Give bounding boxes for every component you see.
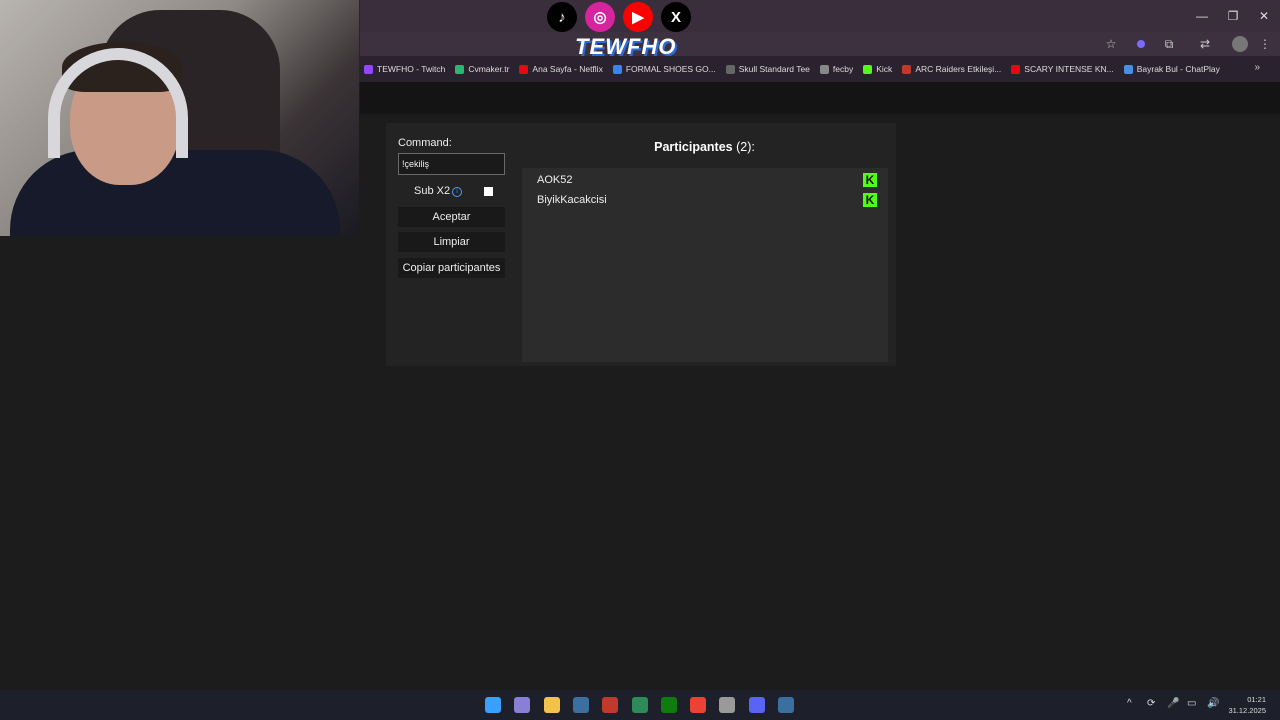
app-2-icon[interactable]: [514, 697, 531, 713]
bookmark-item[interactable]: Bayrak Bul - ChatPlay: [1123, 64, 1220, 74]
streamer-body: [10, 150, 340, 236]
command-input[interactable]: !çekiliş: [398, 153, 505, 175]
restore-button[interactable]: ❐: [1219, 6, 1247, 26]
participants-title: Participantes (2):: [522, 140, 887, 154]
bookmark-item[interactable]: fecby: [819, 64, 854, 74]
bookmark-favicon-icon: [819, 64, 829, 74]
tray-icon[interactable]: ^: [1127, 698, 1132, 709]
minimize-button[interactable]: —: [1188, 6, 1216, 26]
copy-participants-button[interactable]: Copiar participantes: [398, 258, 505, 278]
bookmark-label: Kick: [876, 64, 893, 74]
bookmark-favicon-icon: [1011, 64, 1021, 74]
bookmarks-bar: TEWFHO - Twitch Cvmaker.tr Ana Sayfa - Net…: [360, 58, 1280, 80]
bookmark-favicon-icon: [612, 64, 622, 74]
title-bar: [360, 0, 1280, 32]
kick-icon: K: [863, 173, 877, 187]
bookmark-favicon-icon: [863, 64, 873, 74]
webcam-overlay: [0, 0, 359, 236]
kick-icon: K: [863, 193, 877, 207]
bookmark-favicon-icon: [455, 64, 465, 74]
x-icon: X: [661, 2, 691, 32]
bookmark-item[interactable]: ARC Raiders Etkileşi...: [902, 64, 1001, 74]
xbox-icon[interactable]: [660, 697, 677, 713]
sub-x2-label: Sub X2: [414, 185, 451, 197]
bookmark-item[interactable]: SCARY INTENSE KN...: [1011, 64, 1114, 74]
menu-icon[interactable]: ⋮: [1257, 36, 1273, 52]
bookmark-item[interactable]: Skull Standard Tee: [725, 64, 810, 74]
accept-button[interactable]: Aceptar: [398, 207, 505, 227]
bookmark-label: Bayrak Bul - ChatPlay: [1136, 64, 1220, 74]
bookmark-label: Skull Standard Tee: [738, 64, 810, 74]
star-icon[interactable]: ☆: [1103, 36, 1119, 52]
bookmark-label: fecby: [832, 64, 854, 74]
bookmark-item[interactable]: Ana Sayfa - Netflix: [519, 64, 603, 74]
bookmark-label: ARC Raiders Etkileşi...: [915, 64, 1002, 74]
tray-icon[interactable]: 🔊: [1207, 698, 1219, 709]
bookmark-label: SCARY INTENSE KN...: [1024, 64, 1114, 74]
app-6-icon[interactable]: [631, 697, 648, 713]
app-9-icon[interactable]: [719, 697, 736, 713]
bookmark-favicon-icon: [902, 64, 912, 74]
tiktok-icon: ♪: [547, 2, 577, 32]
translate-icon[interactable]: ⇄: [1197, 36, 1213, 52]
files-icon[interactable]: [543, 697, 560, 713]
clock-time: 01:21: [1247, 695, 1266, 704]
clock-date: 31.12.2025: [1228, 706, 1266, 715]
participant-name: BiyikKacakcisi: [537, 194, 607, 206]
bookmark-label: Ana Sayfa - Netflix: [532, 64, 603, 74]
steam-icon[interactable]: [572, 697, 589, 713]
bookmark-item[interactable]: Cvmaker.tr: [455, 64, 509, 74]
sub-x2-checkbox[interactable]: [484, 187, 493, 196]
start-icon[interactable]: [485, 697, 501, 713]
bookmark-label: Cvmaker.tr: [468, 64, 510, 74]
extensions-icon[interactable]: ⧉: [1161, 36, 1177, 52]
youtube-icon: ▶: [623, 2, 653, 32]
bookmark-item[interactable]: FORMAL SHOES GO...: [612, 64, 716, 74]
participants-count: (2):: [736, 140, 755, 154]
tray-icon[interactable]: ▭: [1187, 698, 1196, 709]
discord-icon[interactable]: [748, 697, 765, 713]
app-5-icon[interactable]: [602, 697, 619, 713]
clear-button[interactable]: Limpiar: [398, 232, 505, 252]
social-overlay: ♪ ◎ ▶ X: [547, 2, 691, 32]
instagram-icon: ◎: [585, 2, 615, 32]
bookmark-favicon-icon: [725, 64, 735, 74]
taskbar: ^ ⟳ 🎤 ▭ 🔊 01:21 31.12.2025: [0, 690, 1280, 720]
steam-2-icon[interactable]: [778, 697, 794, 713]
info-icon[interactable]: i: [452, 187, 462, 197]
clock[interactable]: 01:21 31.12.2025: [1228, 694, 1266, 716]
profile-dot-icon[interactable]: [1137, 40, 1145, 48]
bookmark-label: TEWFHO - Twitch: [377, 64, 446, 74]
participants-list: AOK52 K BiyikKacakcisi K: [522, 168, 888, 362]
bookmark-item[interactable]: TEWFHO - Twitch: [364, 64, 445, 74]
tray-icon[interactable]: ⟳: [1147, 698, 1155, 709]
participants-title-text: Participantes: [654, 140, 733, 154]
bookmark-favicon-icon: [364, 64, 373, 74]
close-button[interactable]: ✕: [1250, 6, 1278, 26]
avatar[interactable]: [1232, 36, 1248, 52]
chrome-icon[interactable]: [690, 697, 707, 713]
bookmark-favicon-icon: [519, 64, 529, 74]
bookmark-label: FORMAL SHOES GO...: [625, 64, 716, 74]
participant-row: BiyikKacakcisi K: [537, 191, 877, 209]
command-label: Command:: [398, 137, 452, 149]
participant-row: AOK52 K: [537, 171, 877, 189]
bookmark-item[interactable]: Kick: [863, 64, 892, 74]
brand-logo: TEWFHO: [575, 34, 677, 59]
bookmarks-more-button[interactable]: »: [1254, 62, 1260, 73]
participant-name: AOK52: [537, 174, 573, 186]
bookmark-favicon-icon: [1123, 64, 1133, 74]
tray-icon[interactable]: 🎤: [1167, 698, 1179, 709]
page-header-bar: [360, 82, 1280, 114]
